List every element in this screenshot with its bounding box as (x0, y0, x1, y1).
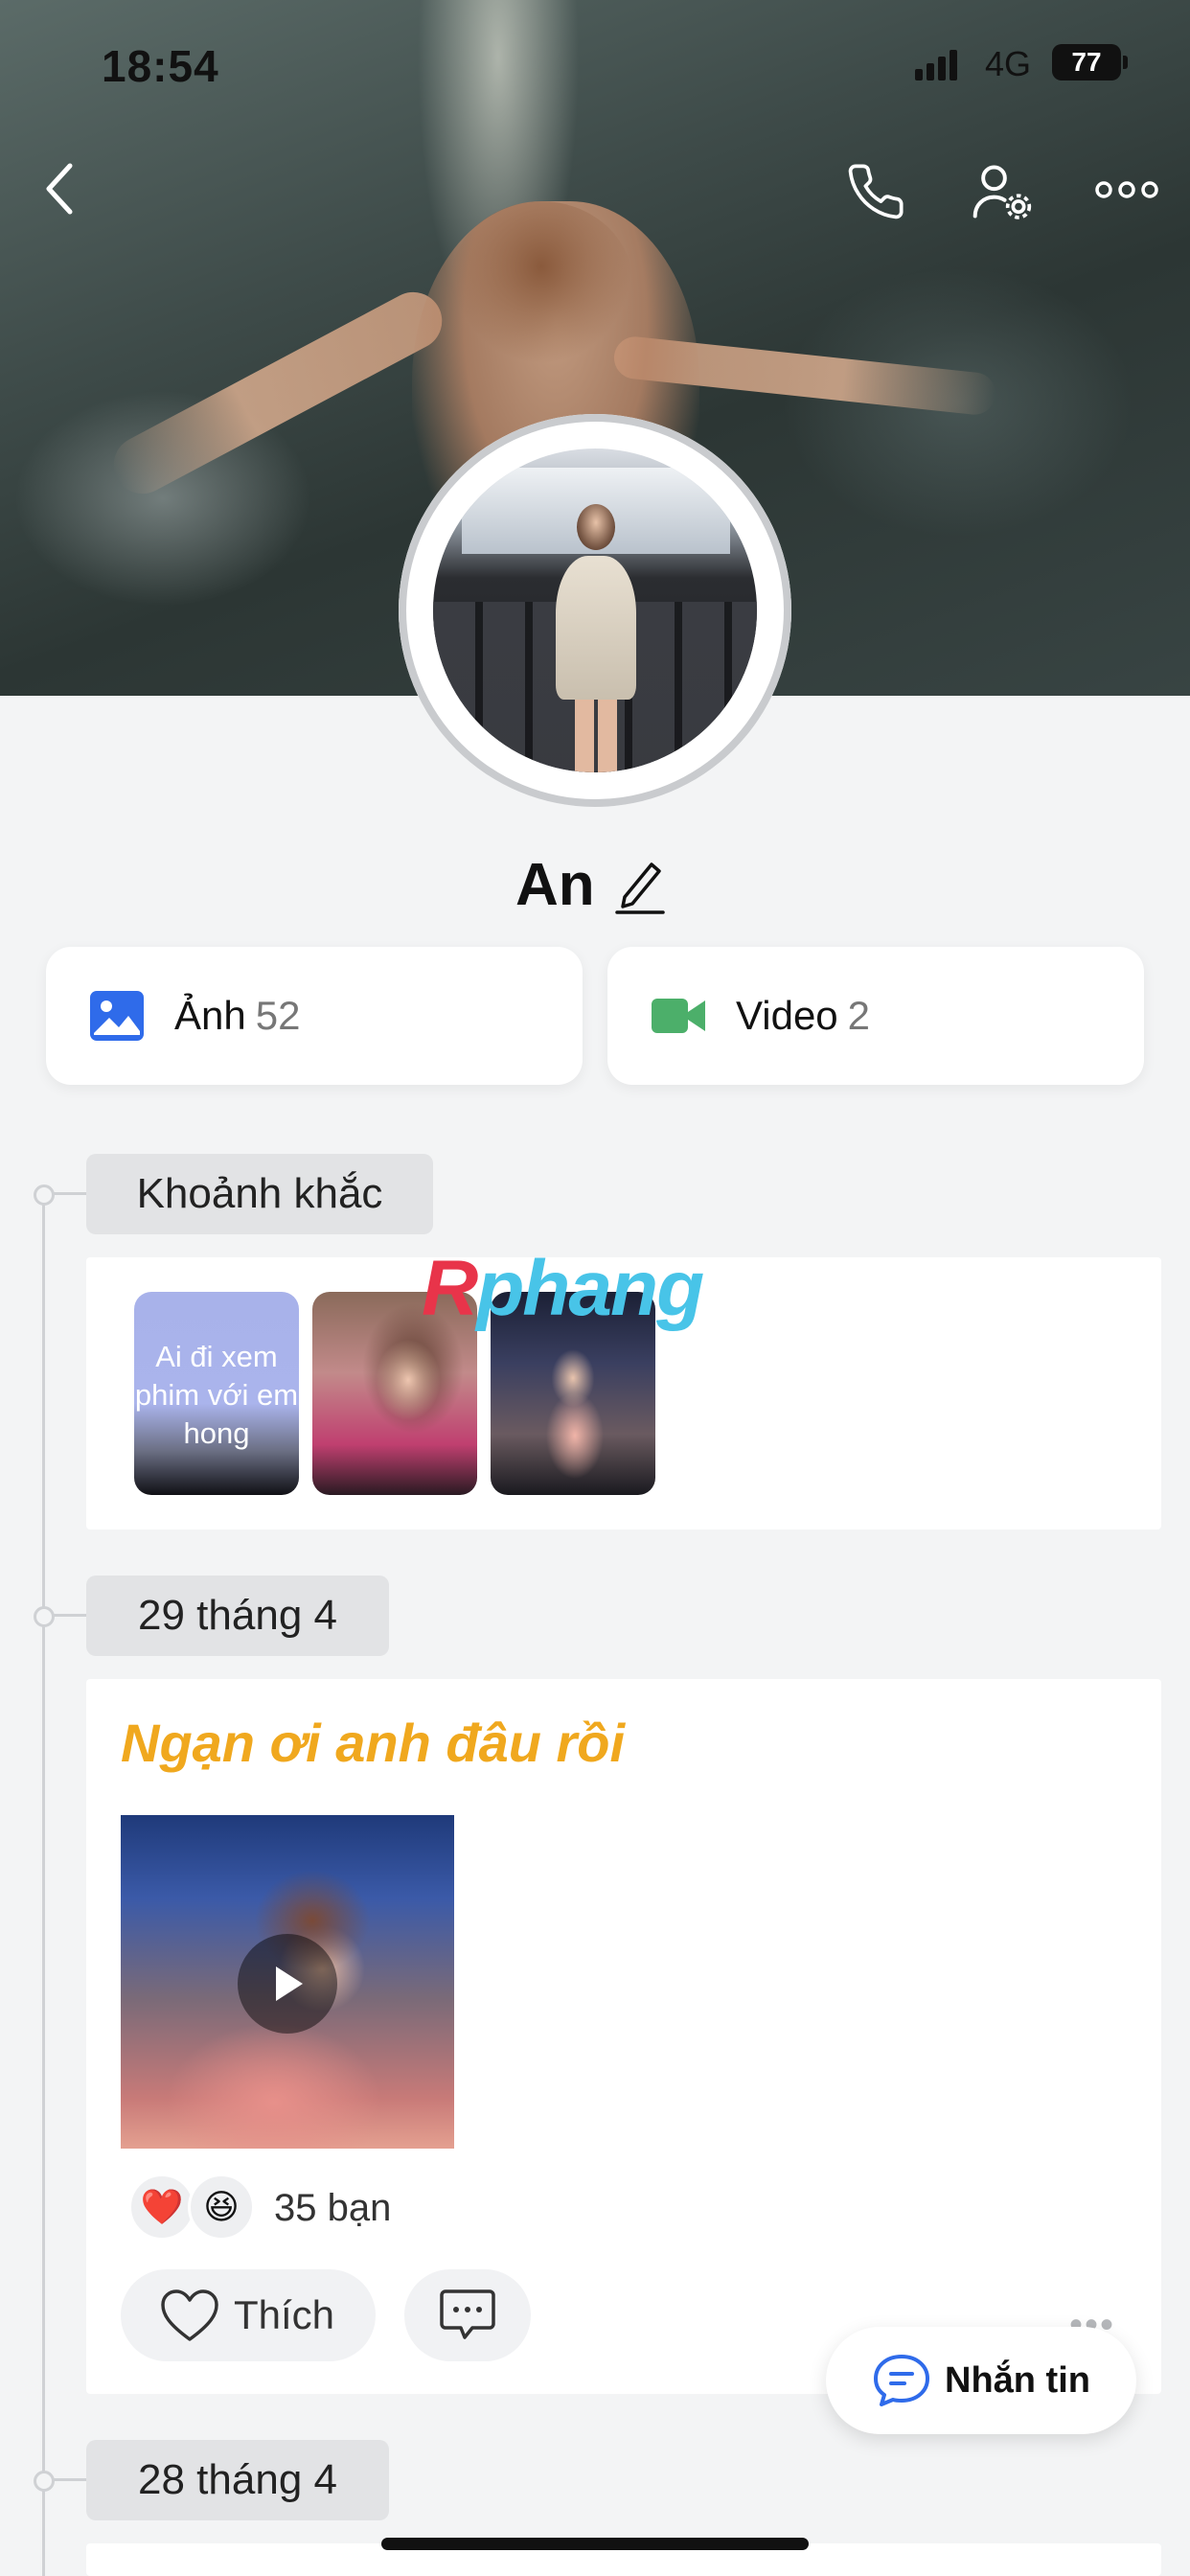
post-title: Ngạn ơi anh đâu rồi (121, 1713, 626, 1773)
play-icon (276, 1966, 303, 2001)
timeline-connector (54, 1192, 86, 1195)
timeline-connector (54, 2478, 86, 2481)
avatar-figure-head (577, 504, 615, 550)
chat-bubble-icon (874, 2355, 929, 2406)
photos-count: 52 (255, 993, 301, 1038)
profile-settings-button[interactable] (962, 151, 1042, 232)
watermark-logo: Rphang (422, 1245, 704, 1332)
battery-icon: 77 (1052, 44, 1121, 80)
image-icon (90, 991, 144, 1041)
cover-figure-arm (103, 282, 452, 504)
like-label: Thích (234, 2292, 335, 2337)
more-options-button[interactable] (1088, 161, 1165, 218)
timeline-connector (54, 1614, 86, 1617)
signal-icon (915, 50, 957, 80)
avatar-figure (556, 556, 636, 700)
cover-figure-hair (450, 201, 632, 364)
videos-label: Video (736, 993, 838, 1038)
avatar[interactable] (433, 448, 757, 772)
moments-header: Khoảnh khắc (86, 1154, 433, 1234)
date-header: 28 tháng 4 (86, 2440, 389, 2520)
timeline-dot (34, 1606, 55, 1627)
profile-name: An (515, 852, 595, 918)
moment-item[interactable]: Ai đi xem phim với em hong (134, 1292, 299, 1495)
videos-count: 2 (847, 993, 871, 1038)
laugh-reaction-icon: 😆 (188, 2174, 255, 2241)
status-time: 18:54 (102, 41, 219, 91)
battery-tip (1123, 56, 1128, 69)
photos-label: Ảnh (174, 993, 246, 1038)
pencil-icon (615, 862, 665, 914)
edit-name-button[interactable] (613, 855, 667, 916)
message-label: Nhắn tin (945, 2359, 1090, 2401)
play-button[interactable] (238, 1934, 337, 2034)
heart-reaction-icon: ❤️ (128, 2174, 195, 2241)
network-type: 4G (985, 44, 1032, 83)
moment-caption: Ai đi xem phim với em hong (134, 1340, 299, 1450)
like-button[interactable]: Thích (121, 2269, 376, 2361)
photos-card[interactable]: Ảnh 52 (46, 947, 583, 1085)
comment-icon (440, 2289, 495, 2339)
videos-card[interactable]: Video 2 (607, 947, 1144, 1085)
video-camera-icon (652, 999, 705, 1033)
back-button[interactable] (29, 153, 90, 224)
user-settings-icon (973, 165, 1032, 219)
heart-icon (161, 2289, 218, 2341)
call-button[interactable] (837, 153, 914, 230)
timeline-dot (34, 2471, 55, 2492)
phone-icon (848, 164, 904, 219)
home-indicator (381, 2538, 809, 2550)
reaction-count[interactable]: 35 bạn (274, 2187, 391, 2230)
more-horizontal-icon (1095, 181, 1158, 198)
battery-level: 77 (1071, 47, 1102, 77)
message-button[interactable]: Nhắn tin (826, 2327, 1136, 2434)
avatar-figure-legs (575, 696, 617, 772)
timeline-line (42, 1192, 45, 2576)
comment-button[interactable] (404, 2269, 531, 2361)
date-header: 29 tháng 4 (86, 1576, 389, 1656)
timeline-dot (34, 1184, 55, 1206)
chevron-left-icon (46, 163, 73, 215)
